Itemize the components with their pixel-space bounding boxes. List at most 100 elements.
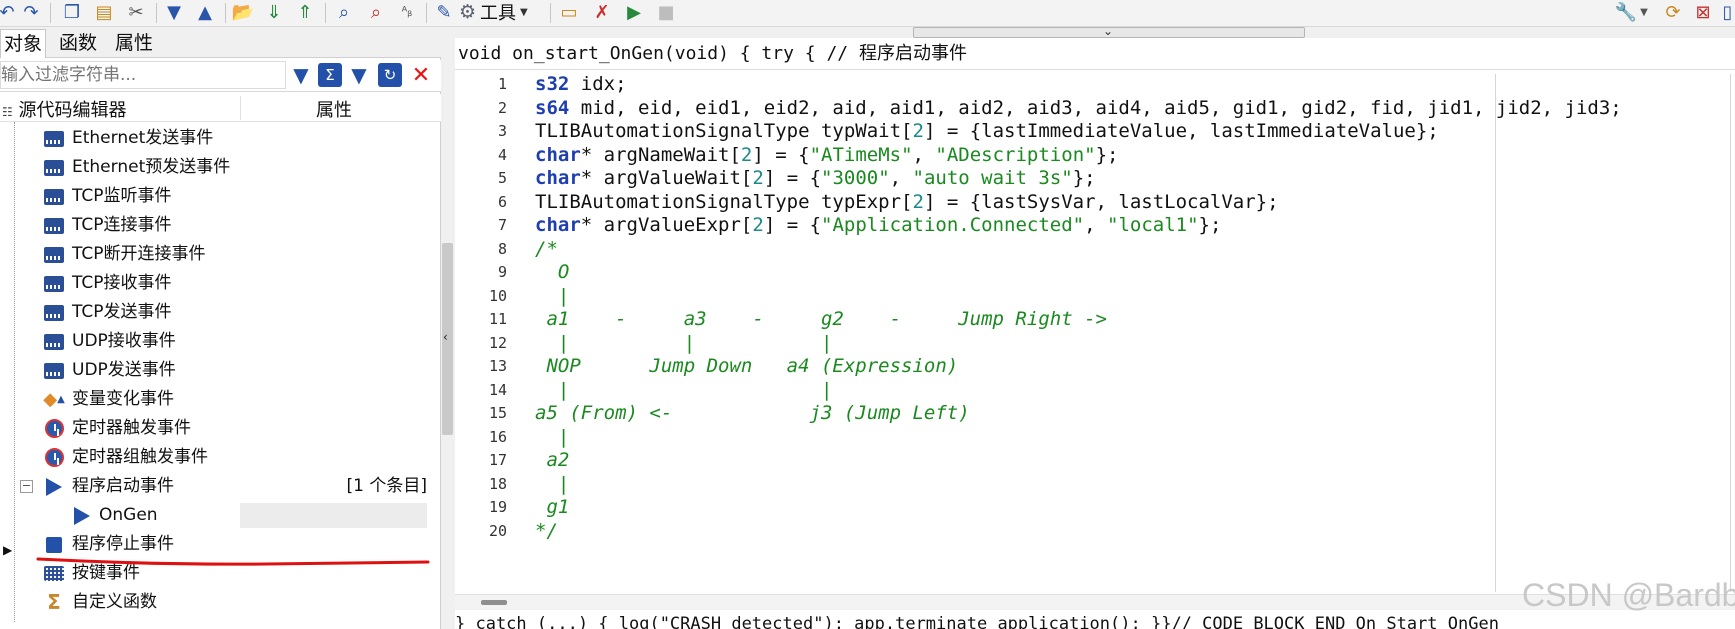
tree-item[interactable]: UDP发送事件: [0, 356, 437, 385]
chevron-down-icon: ⌄: [1103, 24, 1114, 38]
paste-icon[interactable]: ▤: [92, 0, 116, 24]
code-line: a2: [535, 449, 570, 471]
cut-icon[interactable]: ✂: [124, 0, 148, 24]
window-icon[interactable]: ▯: [1720, 0, 1735, 24]
open-folder-icon[interactable]: 📂: [230, 0, 256, 24]
code-line: | |: [535, 378, 833, 401]
line-number: 7: [497, 216, 507, 234]
code-line: |: [535, 284, 570, 307]
clear-filter-icon[interactable]: ✕: [409, 63, 433, 88]
tree-item[interactable]: ◆ ▲ 变量变化事件: [0, 385, 437, 414]
panel-tabs: 对象 函数 属性: [0, 27, 441, 58]
watermark: CSDN @Bardb: [1522, 577, 1735, 613]
move-down-icon[interactable]: ▼: [162, 0, 186, 24]
code-editor[interactable]: void on_start_OnGen(void) { try { // 程序启…: [455, 38, 1735, 629]
import-icon[interactable]: ⇓: [262, 0, 286, 24]
code-line: char* argValueWait[2] = {"3000", "auto w…: [535, 167, 1096, 189]
line-number: 5: [497, 169, 507, 187]
expression-icon[interactable]: Σ: [318, 63, 342, 87]
clock-icon: [44, 419, 64, 438]
filter-bar: ▼ Σ ▼ ↻ ✕: [0, 60, 441, 92]
clear-icon[interactable]: ✗: [590, 0, 614, 24]
move-up-icon[interactable]: ▲: [193, 0, 217, 24]
tree-item[interactable]: Ethernet发送事件: [0, 124, 437, 153]
export-icon[interactable]: ⇑: [293, 0, 317, 24]
tab-objects[interactable]: 对象: [0, 29, 47, 58]
network-icon: [44, 245, 64, 264]
code-line: s64 mid, eid, eid1, eid2, aid, aid1, aid…: [535, 96, 1622, 119]
tree-item[interactable]: TCP接收事件: [0, 269, 437, 298]
close-tab-icon[interactable]: ⊠: [1690, 0, 1716, 24]
tree-item[interactable]: Σ 自定义函数: [0, 588, 437, 617]
sigma-icon: Σ: [47, 590, 61, 614]
line-number: 8: [497, 239, 507, 258]
tree-header: ☷ 源代码编辑器 属性: [0, 94, 441, 122]
tab-properties[interactable]: 属性: [112, 29, 156, 58]
tree-item[interactable]: 定时器触发事件: [0, 414, 437, 443]
tree-item[interactable]: TCP断开连接事件: [0, 240, 437, 269]
network-icon: [44, 303, 64, 322]
tree-item-ongen[interactable]: OnGen: [0, 501, 437, 530]
tree-item-startup-events[interactable]: − 程序启动事件 [1 个条目]: [0, 472, 437, 501]
code-line: a1 - a3 - g2 - Jump Right ->: [535, 308, 1107, 330]
collapse-icon[interactable]: −: [20, 480, 33, 493]
line-number: 17: [488, 451, 507, 469]
red-annotation-underline: [36, 557, 430, 566]
replace-text-icon[interactable]: ᴬᵦ: [395, 0, 419, 24]
network-icon: [44, 158, 64, 177]
tree-item[interactable]: TCP监听事件: [0, 182, 437, 211]
find-icon[interactable]: ⌕: [332, 0, 356, 24]
sync-icon[interactable]: ⟳: [1660, 0, 1686, 24]
scrollbar-thumb[interactable]: [481, 600, 507, 605]
line-number: 10: [488, 286, 507, 305]
edit-icon[interactable]: ✎: [433, 0, 455, 24]
tree-item[interactable]: TCP连接事件: [0, 211, 437, 240]
current-row-icon: ▶: [3, 543, 13, 557]
code-line: /*: [535, 237, 558, 260]
item-count: [1 个条目]: [346, 476, 427, 496]
tree-item[interactable]: TCP发送事件: [0, 298, 437, 327]
network-icon: [44, 361, 64, 380]
stop-icon: [44, 535, 64, 554]
network-icon: [44, 129, 64, 148]
tree-item[interactable]: UDP接收事件: [0, 327, 437, 356]
panel-scrollbar[interactable]: ‹: [441, 58, 455, 629]
line-number: 18: [488, 474, 507, 493]
filter-input[interactable]: [0, 61, 286, 89]
chevron-down-icon: ▼: [520, 6, 528, 18]
line-number: 19: [488, 498, 507, 516]
redo-icon[interactable]: ↷: [20, 0, 42, 24]
wrench-icon[interactable]: 🔧: [1614, 0, 1638, 24]
undo-icon[interactable]: ↶: [0, 0, 15, 24]
find-replace-icon[interactable]: ⌕: [364, 0, 388, 24]
tab-functions[interactable]: 函数: [56, 29, 100, 58]
filter-icon[interactable]: ▼: [289, 63, 313, 87]
play-icon: [44, 477, 64, 496]
code-line: | | |: [535, 331, 833, 354]
tools-menu[interactable]: ⚙ 工具 ▼: [459, 0, 528, 24]
copy-icon[interactable]: ❐: [60, 0, 84, 24]
line-number: 4: [497, 145, 507, 164]
line-number: 13: [488, 357, 507, 375]
code-line: O: [535, 261, 570, 283]
collapse-panel-icon[interactable]: ‹: [443, 330, 448, 344]
main-toolbar: ↶ ↷ ❐ ▤ ✂ ▼ ▲ 📂 ⇓ ⇑ ⌕ ⌕ ᴬᵦ ✎ ⚙ 工具 ▼ ▭ ✗ …: [0, 0, 1735, 27]
editor-splitter-handle[interactable]: ⌄: [913, 24, 1305, 38]
run-icon[interactable]: ▶: [622, 0, 646, 24]
line-number: 12: [488, 333, 507, 352]
code-line: char* argNameWait[2] = {"ATimeMs", "ADes…: [535, 143, 1119, 166]
refresh-icon[interactable]: ↻: [378, 63, 402, 87]
tree-header-name: 源代码编辑器: [18, 100, 127, 121]
tree-item[interactable]: Ethernet预发送事件: [0, 153, 437, 182]
code-area[interactable]: s32 idx; s64 mid, eid, eid1, eid2, aid, a…: [535, 72, 1735, 592]
line-number: 16: [488, 427, 507, 446]
tree-item[interactable]: 定时器组触发事件: [0, 443, 437, 472]
network-icon: [44, 332, 64, 351]
wrench-dropdown-icon[interactable]: ▼: [1638, 0, 1650, 24]
gear-icon: ⚙: [459, 1, 477, 23]
stop-icon[interactable]: ■: [654, 0, 678, 24]
folder-icon[interactable]: ▭: [557, 0, 581, 24]
object-browser-panel: 对象 函数 属性 ▼ Σ ▼ ↻ ✕ ☷ 源代码编辑器 属性 Ethernet发…: [0, 27, 441, 629]
filter-dropdown-icon[interactable]: ▼: [347, 63, 371, 87]
line-number: 20: [488, 521, 507, 540]
